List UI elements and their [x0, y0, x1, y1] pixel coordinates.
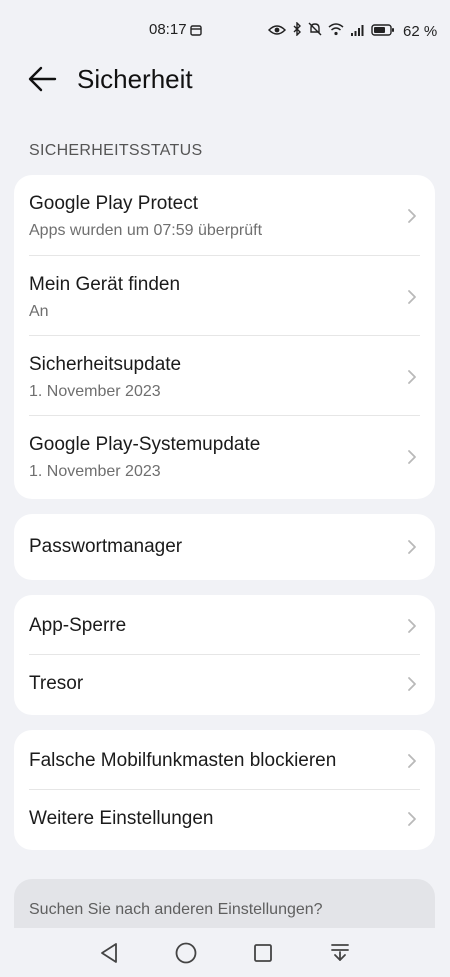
status-bar: 08:17 62 %: [0, 0, 450, 62]
chevron-right-icon: [408, 540, 416, 554]
back-triangle-icon: [101, 943, 117, 963]
list-item-security-update[interactable]: Sicherheitsupdate 1. November 2023: [14, 336, 435, 416]
list-item-find-device[interactable]: Mein Gerät finden An: [14, 256, 435, 336]
chevron-right-icon: [408, 370, 416, 384]
home-circle-icon: [175, 942, 197, 964]
list-item-more-settings[interactable]: Weitere Einstellungen: [14, 790, 435, 850]
nav-back-button[interactable]: [97, 940, 123, 966]
bluetooth-icon: [292, 21, 302, 41]
row-title: Sicherheitsupdate: [29, 354, 182, 375]
app-header: Sicherheit: [0, 56, 450, 104]
row-title: App-Sperre: [29, 615, 127, 636]
row-title: Weitere Einstellungen: [29, 808, 214, 829]
back-button[interactable]: [26, 64, 60, 94]
section-label: SICHERHEITSSTATUS: [29, 142, 203, 159]
list-item-app-lock[interactable]: App-Sperre: [14, 595, 435, 655]
row-title: Mein Gerät finden: [29, 274, 181, 295]
chevron-right-icon: [408, 812, 416, 826]
lock-card: App-Sperre Tresor: [14, 595, 435, 715]
recents-square-icon: [254, 944, 272, 962]
row-title: Google Play Protect: [29, 193, 198, 214]
nav-home-button[interactable]: [173, 940, 199, 966]
battery-icon: [371, 23, 395, 41]
row-subtitle: Apps wurden um 07:59 überprüft: [29, 222, 263, 239]
calendar-icon: [190, 23, 202, 41]
list-item-system-update[interactable]: Google Play-Systemupdate 1. November 202…: [14, 416, 435, 499]
row-title: Passwortmanager: [29, 536, 183, 557]
notification-down-icon: [331, 944, 349, 961]
eye-icon: [267, 23, 287, 41]
status-time: 08:17: [149, 21, 187, 38]
row-subtitle: An: [29, 303, 49, 320]
signal-icon: [350, 23, 365, 41]
chevron-right-icon: [408, 619, 416, 633]
navigation-bar: [0, 928, 450, 977]
row-subtitle: 1. November 2023: [29, 383, 161, 400]
battery-percent: 62 %: [403, 23, 438, 40]
row-title: Falsche Mobilfunkmasten blockieren: [29, 750, 337, 771]
wifi-icon: [328, 22, 344, 41]
chevron-right-icon: [408, 290, 416, 304]
list-item-play-protect[interactable]: Google Play Protect Apps wurden um 07:59…: [14, 175, 435, 256]
search-suggestion-text: Suchen Sie nach anderen Einstellungen?: [29, 901, 323, 918]
security-status-card: Google Play Protect Apps wurden um 07:59…: [14, 175, 435, 499]
nav-notification-button[interactable]: [327, 940, 353, 966]
row-subtitle: 1. November 2023: [29, 463, 161, 480]
chevron-right-icon: [408, 209, 416, 223]
screen: 08:17 62 % Sicherheit SICHERHEITSSTATUS …: [0, 0, 450, 977]
list-item-safe[interactable]: Tresor: [14, 655, 435, 715]
row-title: Google Play-Systemupdate: [29, 434, 261, 455]
arrow-left-icon: [28, 66, 57, 92]
nav-recents-button[interactable]: [250, 940, 276, 966]
list-item-block-fake-towers[interactable]: Falsche Mobilfunkmasten blockieren: [14, 730, 435, 790]
page-title: Sicherheit: [77, 64, 193, 94]
chevron-right-icon: [408, 677, 416, 691]
password-card: Passwortmanager: [14, 514, 435, 580]
row-title: Tresor: [29, 673, 84, 694]
list-item-password-manager[interactable]: Passwortmanager: [14, 514, 435, 580]
mute-icon: [308, 22, 322, 41]
more-settings-card: Falsche Mobilfunkmasten blockieren Weite…: [14, 730, 435, 850]
chevron-right-icon: [408, 754, 416, 768]
chevron-right-icon: [408, 450, 416, 464]
